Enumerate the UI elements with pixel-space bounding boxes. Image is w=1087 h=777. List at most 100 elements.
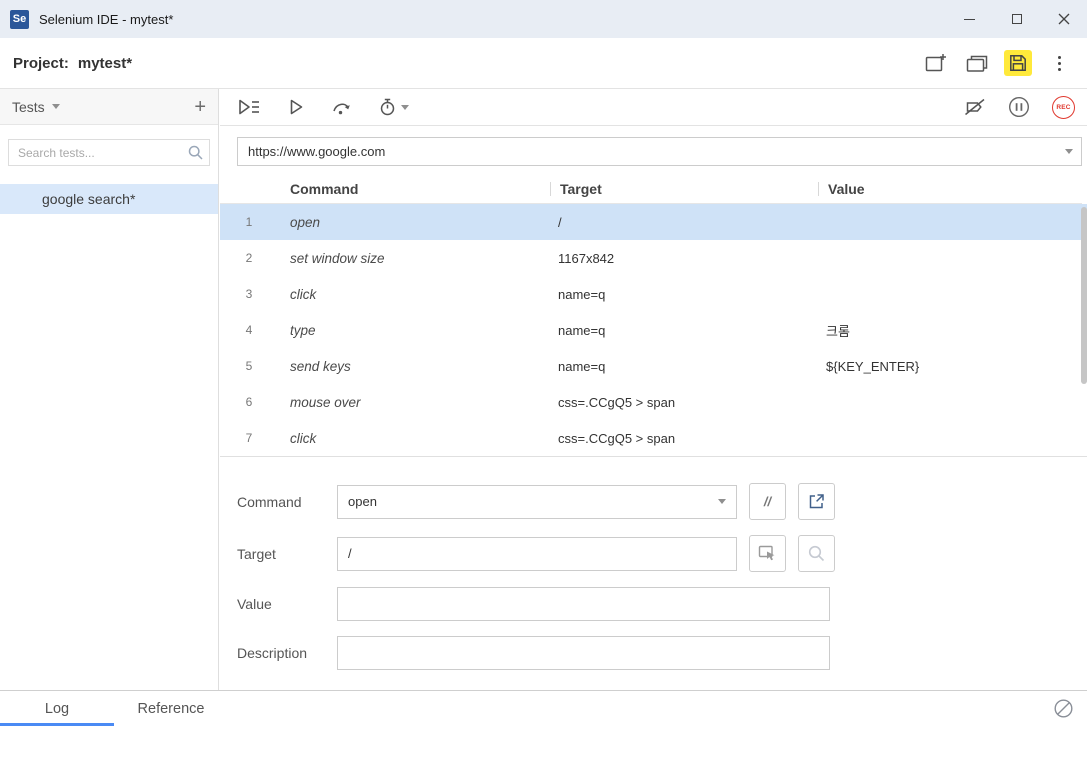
pause-on-exceptions-button[interactable] xyxy=(1008,96,1030,118)
row-number: 1 xyxy=(245,215,253,229)
value-input[interactable] xyxy=(337,587,830,621)
playback-toolbar: REC xyxy=(220,89,1087,126)
header-command: Command xyxy=(290,180,359,197)
description-editor-row: Description xyxy=(237,636,1087,670)
header-target: Target xyxy=(550,174,818,203)
row-target: name=q xyxy=(558,322,606,338)
clear-log-button[interactable] xyxy=(1053,698,1074,719)
step-over-button[interactable] xyxy=(331,98,353,116)
row-target: / xyxy=(558,214,562,230)
select-target-button[interactable] xyxy=(749,535,786,572)
kebab-icon xyxy=(1057,55,1061,71)
description-input[interactable] xyxy=(337,636,830,670)
open-project-icon xyxy=(966,55,988,72)
row-command: type xyxy=(290,322,316,338)
save-project-button[interactable] xyxy=(1004,50,1032,76)
value-editor-row: Value xyxy=(237,587,1087,621)
window-title: Selenium IDE - mytest* xyxy=(39,11,174,27)
run-all-icon xyxy=(239,99,259,115)
command-row[interactable]: 2 set window size 1167x842 xyxy=(220,240,1087,276)
project-actions xyxy=(922,50,1073,76)
row-target: name=q xyxy=(558,286,606,302)
chevron-down-icon xyxy=(51,104,60,109)
commands-table-header: Command Target Value xyxy=(220,174,1082,204)
row-command: click xyxy=(290,430,317,446)
new-project-button[interactable] xyxy=(922,50,950,76)
add-test-button[interactable]: + xyxy=(194,97,206,117)
close-button[interactable] xyxy=(1040,0,1087,38)
minimize-icon xyxy=(964,18,975,20)
tab-reference[interactable]: Reference xyxy=(114,691,228,726)
command-rows: 1 open / 2 set window size 1167x842 3 cl… xyxy=(220,204,1087,457)
url-dropdown-caret-icon[interactable] xyxy=(1065,149,1073,154)
row-value: ${KEY_ENTER} xyxy=(826,358,920,374)
row-command: send keys xyxy=(290,358,351,374)
save-icon xyxy=(1010,55,1026,71)
command-row[interactable]: 4 type name=q 크롬 xyxy=(220,312,1087,348)
chevron-down-icon xyxy=(718,499,726,504)
row-number: 4 xyxy=(245,323,253,337)
row-value: 크롬 xyxy=(826,323,850,339)
command-row[interactable]: 3 click name=q xyxy=(220,276,1087,312)
log-reference-bar: Log Reference xyxy=(0,690,1087,726)
open-in-new-window-button[interactable] xyxy=(798,483,835,520)
tests-dropdown[interactable]: Tests xyxy=(12,99,60,115)
row-command: open xyxy=(290,214,321,230)
main-panel: REC Command Target Value 1 open / 2 set … xyxy=(220,89,1087,690)
disable-breakpoints-button[interactable] xyxy=(963,98,986,116)
run-current-test-button[interactable] xyxy=(287,98,305,116)
record-icon: REC xyxy=(1052,95,1075,119)
vertical-scrollbar[interactable] xyxy=(1081,207,1087,384)
titlebar: Se Selenium IDE - mytest* xyxy=(0,0,1087,38)
row-number: 2 xyxy=(245,251,253,265)
row-command: set window size xyxy=(290,250,385,266)
play-icon xyxy=(290,99,303,115)
toggle-comment-button[interactable]: // xyxy=(749,483,786,520)
command-editor-row: Command open // xyxy=(237,483,1087,520)
row-target: css=.CCgQ5 > span xyxy=(558,394,676,410)
target-field-label: Target xyxy=(237,545,276,562)
header-number-column xyxy=(220,174,278,203)
row-number: 3 xyxy=(245,287,253,301)
run-all-tests-button[interactable] xyxy=(237,98,261,116)
command-editor: Command open // Target Value xyxy=(220,457,1087,670)
open-project-button[interactable] xyxy=(963,50,991,76)
target-input[interactable] xyxy=(337,536,737,571)
row-number: 7 xyxy=(245,431,253,445)
find-target-button[interactable] xyxy=(798,535,835,572)
maximize-button[interactable] xyxy=(993,0,1040,38)
selenium-logo-icon: Se xyxy=(10,9,29,29)
close-icon xyxy=(1058,13,1069,25)
toolbar-left xyxy=(237,98,409,116)
record-button[interactable]: REC xyxy=(1052,95,1075,119)
base-url-bar xyxy=(237,137,1082,166)
project-label: Project: xyxy=(13,54,69,72)
row-target: name=q xyxy=(558,358,606,374)
search-tests-input[interactable] xyxy=(8,139,210,166)
tab-log[interactable]: Log xyxy=(0,691,114,726)
disable-breakpoints-icon xyxy=(965,98,985,116)
maximize-icon xyxy=(1011,14,1022,24)
description-field-label: Description xyxy=(237,645,308,661)
row-command: mouse over xyxy=(290,394,361,410)
command-select[interactable]: open xyxy=(337,484,737,519)
command-row[interactable]: 7 click css=.CCgQ5 > span xyxy=(220,420,1087,456)
command-row[interactable]: 5 send keys name=q ${KEY_ENTER} xyxy=(220,348,1087,384)
base-url-input[interactable] xyxy=(237,137,1082,166)
search-icon xyxy=(188,145,203,165)
test-list-item[interactable]: google search* xyxy=(0,184,218,214)
minimize-button[interactable] xyxy=(946,0,993,38)
row-target: 1167x842 xyxy=(558,250,615,266)
row-number: 5 xyxy=(245,359,253,373)
command-row[interactable]: 6 mouse over css=.CCgQ5 > span xyxy=(220,384,1087,420)
external-link-icon xyxy=(809,494,824,509)
command-row[interactable]: 1 open / xyxy=(220,204,1087,240)
toolbar-right: REC xyxy=(963,95,1075,119)
row-target: css=.CCgQ5 > span xyxy=(558,430,676,446)
test-speed-button[interactable] xyxy=(379,98,409,116)
comment-icon: // xyxy=(763,494,772,509)
command-select-value: open xyxy=(348,494,377,509)
row-command: click xyxy=(290,286,317,302)
new-project-icon xyxy=(925,54,946,72)
more-options-button[interactable] xyxy=(1045,50,1073,76)
